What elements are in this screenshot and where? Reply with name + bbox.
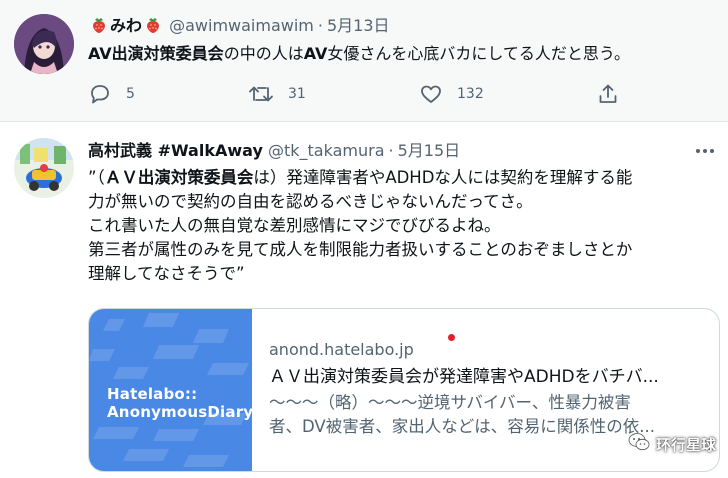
like-icon [419, 82, 443, 106]
thumbnail-text: Hatelabo:: AnonymousDiary [107, 385, 252, 421]
strawberry-icon [90, 16, 108, 40]
more-icon [694, 147, 716, 166]
retweet-icon [248, 82, 274, 106]
display-name[interactable]: みわ [110, 16, 142, 35]
card-description-line: ～～～（略）～～～逆境サバイバー、性暴力被害 [269, 393, 631, 412]
tweet-text-line: 理解してなさそうで” [88, 264, 245, 283]
share-icon [596, 82, 620, 106]
text-plain: は）発達障害者やADHDな人には契約を理解する能 [253, 168, 633, 187]
handle[interactable]: @awimwaimawim [169, 16, 314, 35]
display-name[interactable]: 高村武義 #WalkAway [88, 141, 263, 160]
wechat-icon [628, 432, 656, 456]
tweet-text-line: ”（ＡＶ出演対策委員会は）発達障害者やADHDな人には契約を理解する能 [88, 166, 718, 190]
link-card[interactable]: Hatelabo:: AnonymousDiary anond.hatelabo… [88, 308, 720, 472]
tweet-date[interactable]: 5月13日 [327, 16, 390, 35]
avatar[interactable] [14, 14, 74, 74]
text-plain: 女優さんを心底バカにしてる人だと思う。 [327, 44, 630, 63]
tweet-text: AV出演対策委員会の中の人はAV女優さんを心底バカにしてる人だと思う。 [88, 42, 630, 66]
tweet-text-line: 第三者が属性のみを見て成人を制限能力者扱いすることのおぞましさとか [88, 240, 633, 259]
card-title[interactable]: ＡＶ出演対策委員会が発達障害やADHDをバチバ... [269, 365, 709, 389]
like-button[interactable]: 132 [419, 82, 484, 106]
tweet-1[interactable]: みわ @awimwaimawim · 5月13日 AV出演対策委員会の中の人はAV女… [0, 0, 728, 122]
thumbnail-line: AnonymousDiary [107, 403, 252, 421]
tweet-text-line: 力が無いので契約の自由を認めるべきじゃないんだってさ。 [88, 192, 533, 211]
watermark-text: 环行星球 [655, 435, 716, 454]
text-plain: ”（ [88, 168, 105, 187]
tweet-header: みわ @awimwaimawim · 5月13日 [88, 15, 390, 40]
tweet-text: ”（ＡＶ出演対策委員会は）発達障害者やADHDな人には契約を理解する能 力が無い… [88, 166, 718, 286]
reply-icon [88, 82, 112, 106]
retweet-count: 31 [288, 86, 306, 102]
strawberry-icon [144, 16, 162, 40]
card-domain: anond.hatelabo.jp [269, 340, 414, 359]
tweet-date[interactable]: 5月15日 [398, 141, 461, 160]
tweet-text-line: これ書いた人の無自覚な差別感情にマジでびびるよね。 [88, 216, 501, 235]
reply-button[interactable]: 5 [88, 82, 135, 106]
text-bold: ＡＶ出演対策委員会 [104, 168, 254, 187]
separator: · [388, 141, 394, 160]
more-button[interactable] [694, 140, 716, 166]
like-count: 132 [457, 86, 484, 102]
red-dot [448, 334, 455, 341]
thumbnail-line: Hatelabo:: [107, 385, 198, 403]
text-bold: AV [303, 44, 328, 63]
action-bar: 5 31 132 [88, 82, 628, 110]
watermark: 环行星球 [628, 432, 716, 456]
separator: · [317, 16, 323, 35]
reply-count: 5 [126, 86, 135, 102]
text-bold: AV出演対策委員会 [88, 44, 224, 63]
share-button[interactable] [596, 82, 620, 106]
avatar[interactable] [14, 138, 74, 198]
retweet-button[interactable]: 31 [248, 82, 306, 106]
card-thumbnail: Hatelabo:: AnonymousDiary [89, 309, 252, 471]
handle[interactable]: @tk_takamura [268, 141, 385, 160]
tweet-header: 高村武義 #WalkAway @tk_takamura · 5月15日 [88, 140, 460, 162]
text-plain: の中の人は [223, 44, 304, 63]
card-body: anond.hatelabo.jp ＡＶ出演対策委員会が発達障害やADHDをバチ… [269, 339, 709, 439]
